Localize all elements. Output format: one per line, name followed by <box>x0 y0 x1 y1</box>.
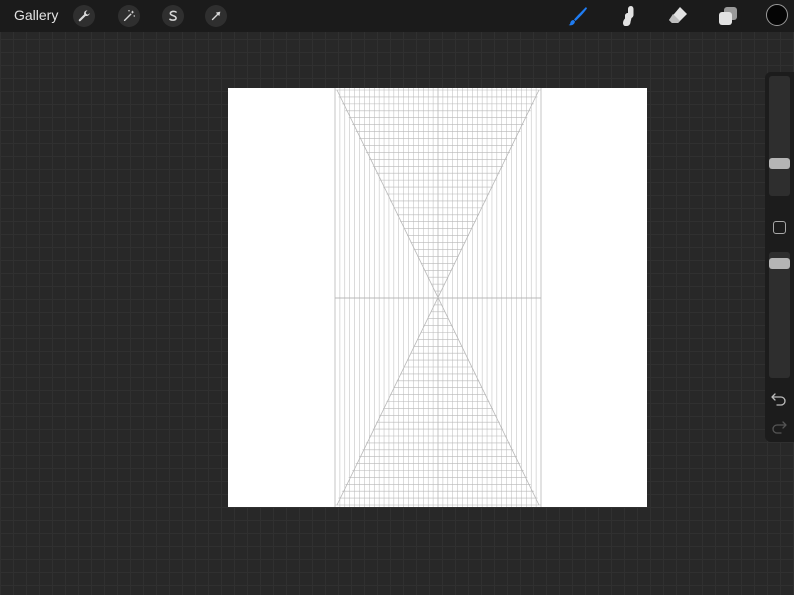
selection-s-icon <box>169 10 177 21</box>
brush-icon <box>568 7 587 26</box>
drawing-canvas[interactable] <box>228 88 647 507</box>
opacity-slider[interactable] <box>769 252 790 378</box>
undo-icon <box>771 393 786 406</box>
redo-icon <box>772 421 787 434</box>
perspective-guides <box>334 88 542 507</box>
smudge-button[interactable] <box>616 4 640 28</box>
layers-icon <box>719 7 737 25</box>
arrow-cursor-icon <box>211 11 221 21</box>
selection-button[interactable] <box>162 5 184 27</box>
side-toolbar <box>765 72 794 442</box>
layers-button[interactable] <box>716 4 740 28</box>
color-swatch[interactable] <box>766 4 788 26</box>
actions-button[interactable] <box>73 5 95 27</box>
gallery-button[interactable]: Gallery <box>14 7 58 23</box>
brush-size-slider[interactable] <box>769 76 790 196</box>
opacity-thumb[interactable] <box>769 258 790 269</box>
eraser-button[interactable] <box>666 4 690 28</box>
adjustments-button[interactable] <box>118 5 140 27</box>
wrench-icon <box>78 10 90 22</box>
undo-button[interactable] <box>771 392 787 406</box>
transform-button[interactable] <box>205 5 227 27</box>
eraser-icon <box>669 7 687 23</box>
redo-button[interactable] <box>771 420 787 434</box>
smudge-icon <box>623 6 634 26</box>
brush-button[interactable] <box>566 4 590 28</box>
modify-button[interactable] <box>773 221 786 234</box>
brush-size-thumb[interactable] <box>769 158 790 169</box>
magic-wand-icon <box>123 10 135 22</box>
top-toolbar: Gallery <box>0 0 794 32</box>
